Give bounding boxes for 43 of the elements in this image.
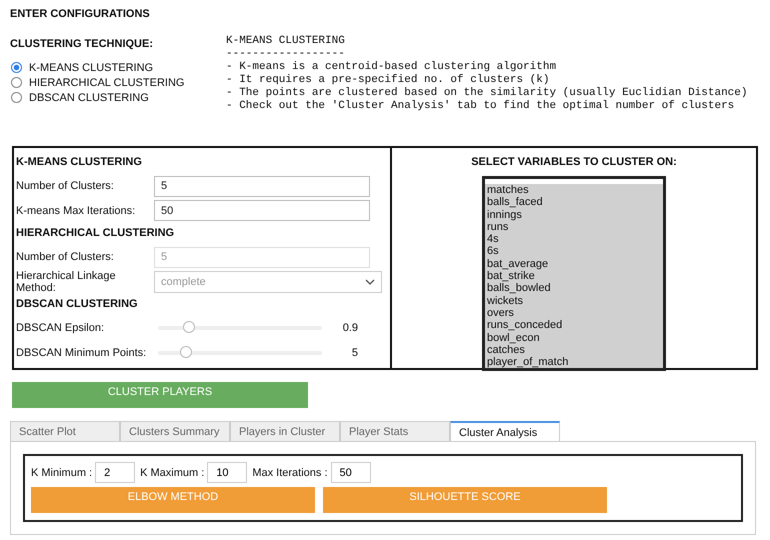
field-label: Hierarchical Linkage Method: xyxy=(16,270,117,294)
tab[interactable]: Scatter Plot xyxy=(10,421,120,441)
slider-value: 5 xyxy=(350,346,358,359)
description-line: - Check out the 'Cluster Analysis' tab to find the optimal number of clusters xyxy=(226,100,736,113)
radio-label[interactable]: HIERARCHICAL CLUSTERING xyxy=(29,76,184,88)
field-label: Number of Clusters: xyxy=(16,251,115,264)
description-line: - K-means is a centroid-based clustering algorithm xyxy=(226,61,558,74)
input-field[interactable]: 2 xyxy=(95,462,136,483)
description-line: ------------------ xyxy=(226,48,346,61)
tab[interactable]: Clusters Summary xyxy=(120,421,230,441)
input-field[interactable]: 10 xyxy=(207,462,248,483)
slider-thumb[interactable] xyxy=(183,321,196,334)
field-label: K Maximum : xyxy=(140,466,204,478)
input-field[interactable]: 5 xyxy=(154,176,370,197)
page-heading: ENTER CONFIGURATIONS xyxy=(10,8,151,20)
section-heading: DBSCAN CLUSTERING xyxy=(16,297,139,312)
variable-list[interactable]: matches balls_faced innings runs 4s 6s bat_average bat_strike balls_bowled wickets overs runs_conceded bowl_econ catches player_of_match xyxy=(482,176,666,372)
input-field[interactable]: 50 xyxy=(154,200,370,222)
slider-value: 0.9 xyxy=(342,322,358,334)
section-heading: HIERARCHICAL CLUSTERING xyxy=(16,226,176,241)
description-line: - It requires a pre-specified no. of clusters (k) xyxy=(226,74,550,87)
tab[interactable]: Players in Cluster xyxy=(230,421,340,441)
section-label: CLUSTERING TECHNIQUE: xyxy=(10,38,154,50)
input-field[interactable]: 50 xyxy=(330,462,371,483)
tab[interactable]: Player Stats xyxy=(340,421,450,441)
field-label: K Minimum : xyxy=(31,466,92,478)
section-heading: SELECT VARIABLES TO CLUSTER ON: xyxy=(471,155,677,170)
radio-button[interactable] xyxy=(11,62,22,73)
radio-button[interactable] xyxy=(11,77,22,88)
description-line: - The points are clustered based on the similarity (usually Euclidian Distance) xyxy=(226,87,748,100)
radio-button[interactable] xyxy=(11,92,22,103)
field-label: K-means Max Iterations: xyxy=(16,204,136,217)
radio-label[interactable]: K-MEANS CLUSTERING xyxy=(29,62,154,74)
field-label: DBSCAN Epsilon: xyxy=(16,322,106,334)
section-heading: K-MEANS CLUSTERING xyxy=(16,155,143,170)
field-label: DBSCAN Minimum Points: xyxy=(16,346,148,359)
field-label: Number of Clusters: xyxy=(16,180,115,192)
field-label: Max Iterations : xyxy=(252,466,328,478)
slider-thumb[interactable] xyxy=(180,346,192,358)
chevron-down-icon xyxy=(365,278,375,285)
tab[interactable]: Cluster Analysis xyxy=(450,421,560,441)
radio-label[interactable]: DBSCAN CLUSTERING xyxy=(29,92,149,104)
description-line: K-MEANS CLUSTERING xyxy=(226,35,346,48)
